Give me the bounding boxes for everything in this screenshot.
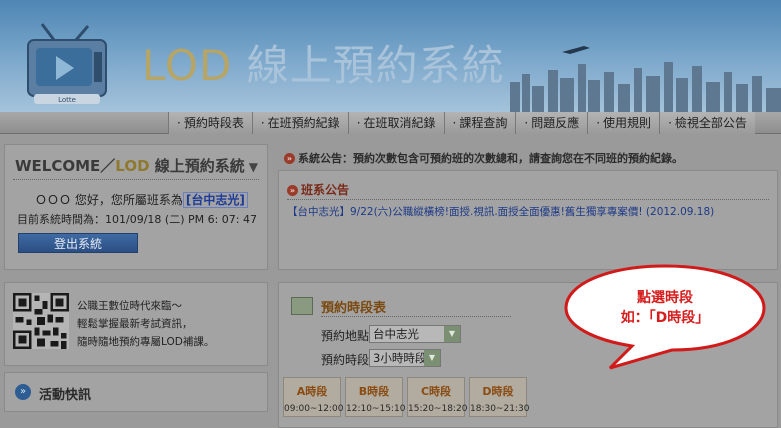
tab-booking-schedule[interactable]: 預約時段表	[168, 112, 252, 134]
slot-d-button[interactable]: D時段 18:30~21:30	[469, 377, 529, 417]
news-arrow-icon: »	[15, 384, 31, 400]
location-select[interactable]: 台中志光 ▼	[369, 325, 461, 343]
arrow-right-icon: »	[287, 185, 298, 196]
duration-label: 預約時段	[321, 353, 370, 367]
tv-logo-icon: Lotte	[27, 23, 107, 104]
calendar-icon	[291, 297, 313, 315]
system-time: 目前系統時間為：101/09/18 (二) PM 6: 07: 47	[17, 213, 257, 226]
brand-title: LOD 線上預約系統	[142, 41, 505, 90]
tab-booking-records[interactable]: 在班預約紀錄	[251, 112, 348, 134]
duration-select[interactable]: 3小時時段 ▼	[369, 349, 441, 367]
city-skyline-icon	[510, 46, 781, 112]
news-title: 活動快訊	[39, 388, 92, 403]
time-slot-list: A時段 09:00~12:00 B時段 12:10~15:10 C時段 15:20~1…	[283, 377, 529, 417]
callout-text: 點選時段 如：「D時段」	[620, 290, 710, 326]
booking-title: 預約時段表	[321, 301, 387, 316]
divider	[13, 179, 259, 180]
slot-b-button[interactable]: B時段 12:10~15:10	[345, 377, 405, 417]
slot-a-button[interactable]: A時段 09:00~12:00	[283, 377, 343, 417]
location-label: 預約地點	[321, 329, 370, 343]
news-panel[interactable]: » 活動快訊	[4, 372, 268, 412]
divider	[321, 316, 511, 317]
tab-course-search[interactable]: 課程查詢	[443, 112, 516, 134]
tab-feedback[interactable]: 問題反應	[515, 112, 588, 134]
qr-panel: 公職王數位時代來臨～ 輕鬆掌握最新考試資訊， 隨時隨地預約專屬LOD補課。	[4, 282, 268, 366]
arrow-right-icon: »	[284, 153, 295, 164]
divider	[287, 199, 769, 200]
tab-cancel-records[interactable]: 在班取消紀錄	[347, 112, 444, 134]
qr-code-icon[interactable]	[13, 293, 69, 349]
announcement-link[interactable]: 【台中志光】9/22(六)公職縱橫榜!面授.視訊.面授全面優惠!舊生獨享專案價!…	[287, 204, 714, 219]
welcome-panel: WELCOME／LOD 線上預約系統 ▼ ＯＯＯ 您好，您所屬班系為 [台中志光] …	[4, 144, 268, 270]
welcome-title: WELCOME／LOD 線上預約系統 ▼	[15, 157, 258, 175]
nav-tab-bar: 預約時段表 在班預約紀錄 在班取消紀錄 課程查詢 問題反應 使用規則 檢視全部公…	[0, 112, 781, 134]
nav-tabs: 預約時段表 在班預約紀錄 在班取消紀錄 課程查詢 問題反應 使用規則 檢視全部公…	[168, 112, 755, 134]
tab-usage-rules[interactable]: 使用規則	[587, 112, 660, 134]
chevron-down-icon: ▼	[424, 350, 440, 366]
slot-c-button[interactable]: C時段 15:20~18:20	[407, 377, 467, 417]
user-greeting: ＯＯＯ 您好，您所屬班系為 [台中志光]	[35, 191, 248, 208]
site-header: Lotte LOD 線上預約系統	[0, 0, 781, 112]
tab-all-announcements[interactable]: 檢視全部公告	[659, 112, 755, 134]
logout-button[interactable]: 登出系統	[18, 233, 138, 253]
announcement-title: » 班系公告	[287, 181, 349, 198]
chevron-down-icon: ▼	[444, 326, 460, 342]
system-notice: » 系統公告：預約次數包含可預約班的次數總和，請查詢您在不同班的預約紀錄。	[284, 150, 683, 166]
qr-promo-text: 公職王數位時代來臨～ 輕鬆掌握最新考試資訊， 隨時隨地預約專屬LOD補課。	[77, 300, 215, 348]
class-name: [台中志光]	[182, 192, 248, 208]
triangle-down-icon: ▼	[248, 160, 258, 174]
svg-text:Lotte: Lotte	[58, 96, 76, 104]
announcement-panel: » 班系公告 【台中志光】9/22(六)公職縱橫榜!面授.視訊.面授全面優惠!舊生…	[278, 170, 778, 270]
